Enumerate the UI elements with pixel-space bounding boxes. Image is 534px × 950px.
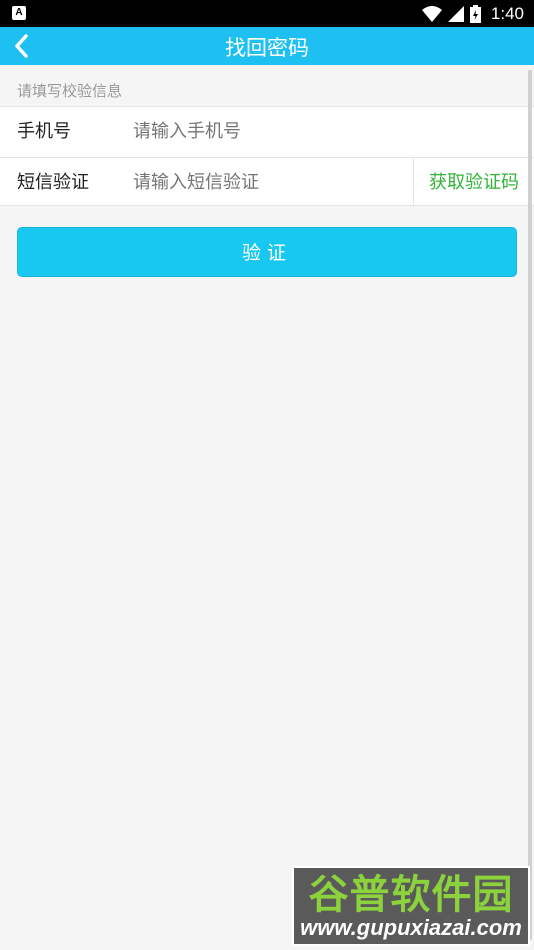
status-bar: A 1:40 [0, 0, 534, 27]
sms-code-label: 短信验证 [17, 172, 89, 193]
phone-row: 手机号 [0, 107, 534, 157]
get-code-button[interactable]: 获取验证码 [413, 158, 534, 207]
verify-button[interactable]: 验证 [17, 227, 517, 277]
watermark-logo: 谷普软件园 www.gupuxiazai.com [292, 866, 530, 946]
sms-code-row: 短信验证 获取验证码 [0, 157, 534, 208]
notification-icon: A [12, 6, 26, 20]
phone-input[interactable] [133, 107, 403, 157]
section-label: 请填写校验信息 [17, 82, 123, 100]
phone-label: 手机号 [17, 121, 71, 142]
sms-code-input[interactable] [133, 158, 403, 208]
page-title: 找回密码 [225, 36, 309, 60]
watermark-url: www.gupuxiazai.com [300, 915, 522, 940]
scrollbar[interactable] [528, 70, 532, 940]
status-icons: 1:40 [421, 0, 524, 27]
back-button[interactable] [6, 29, 36, 63]
battery-icon [469, 4, 481, 23]
verification-form: 手机号 短信验证 获取验证码 [0, 106, 534, 208]
wifi-icon [421, 5, 442, 22]
chevron-left-icon [15, 34, 28, 58]
clock-time: 1:40 [490, 3, 524, 23]
signal-icon [447, 5, 464, 22]
watermark-title: 谷普软件园 [308, 872, 514, 918]
app-header: 找回密码 [0, 27, 534, 65]
